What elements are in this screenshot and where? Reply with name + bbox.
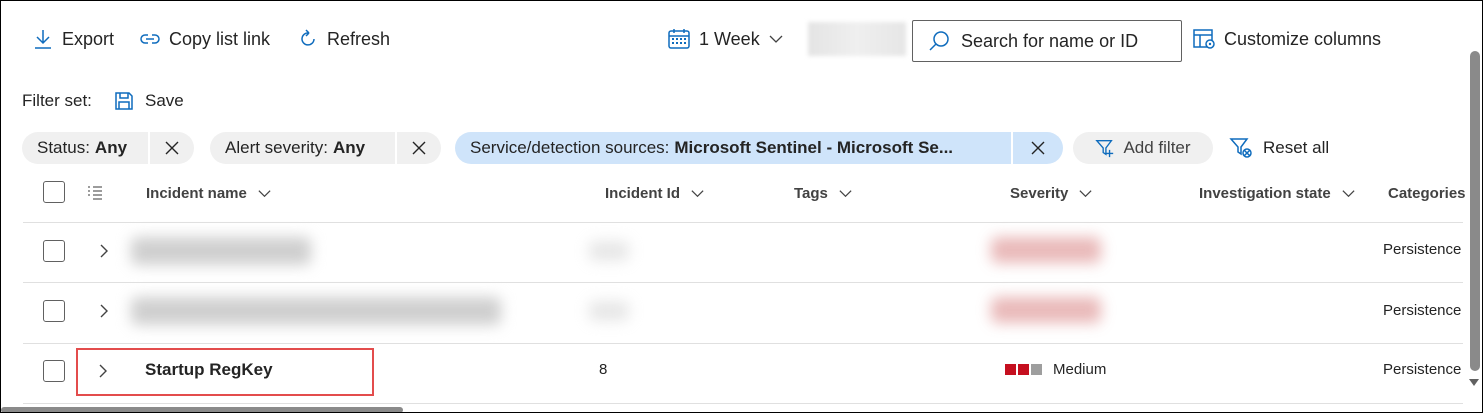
column-header-incident-name[interactable]: Incident name bbox=[146, 182, 272, 204]
customize-columns-label: Customize columns bbox=[1224, 28, 1382, 49]
search-box[interactable] bbox=[912, 20, 1182, 62]
select-all-checkbox[interactable] bbox=[43, 181, 65, 203]
column-header-categories[interactable]: Categories bbox=[1388, 182, 1466, 204]
chevron-right-icon bbox=[100, 244, 108, 258]
severity-bar bbox=[1018, 364, 1029, 375]
calendar-icon bbox=[668, 29, 690, 49]
search-icon bbox=[929, 31, 949, 51]
incident-id-cell: 8 bbox=[599, 361, 608, 378]
chevron-down-icon bbox=[839, 189, 852, 197]
row-expand-button[interactable] bbox=[98, 303, 108, 319]
redacted-incident-id bbox=[589, 241, 629, 261]
close-icon bbox=[412, 141, 426, 155]
download-icon bbox=[35, 30, 51, 49]
chevron-right-icon bbox=[100, 304, 108, 318]
close-icon bbox=[165, 141, 179, 155]
time-range-value: 1 Week bbox=[699, 28, 760, 49]
redacted-severity bbox=[991, 297, 1101, 323]
filter-key: Service/detection sources: bbox=[470, 138, 670, 157]
reset-all-button[interactable]: Reset all bbox=[1229, 134, 1329, 162]
redacted-severity bbox=[991, 237, 1101, 263]
redacted-block bbox=[808, 22, 906, 56]
scroll-down-arrow[interactable] bbox=[1469, 379, 1479, 386]
copy-list-link-button[interactable]: Copy list link bbox=[139, 25, 270, 53]
time-range-selector[interactable]: 1 Week bbox=[667, 25, 784, 53]
save-icon bbox=[115, 92, 133, 110]
column-header-label: Incident Id bbox=[605, 184, 680, 202]
chevron-down-icon bbox=[1079, 189, 1092, 197]
severity-bar bbox=[1031, 364, 1042, 375]
divider bbox=[23, 282, 1463, 283]
search-input[interactable] bbox=[961, 30, 1171, 52]
add-filter-button[interactable]: Add filter bbox=[1073, 132, 1213, 164]
filter-key: Alert severity: bbox=[225, 138, 328, 157]
chevron-down-icon bbox=[258, 189, 271, 197]
row-expand-button[interactable] bbox=[98, 243, 108, 259]
vertical-scrollbar[interactable] bbox=[1470, 51, 1480, 371]
category-cell: Persistence bbox=[1383, 302, 1462, 319]
column-header-label: Investigation state bbox=[1199, 184, 1331, 202]
incidents-queue: Export Copy list link Refresh 1 Week Cus… bbox=[0, 0, 1483, 413]
redacted-incident-name bbox=[131, 297, 501, 325]
row-checkbox[interactable] bbox=[43, 360, 65, 382]
redacted-incident-name bbox=[131, 237, 311, 265]
group-by-icon[interactable] bbox=[87, 184, 103, 200]
category-cell: Persistence bbox=[1383, 241, 1462, 258]
filter-pill-detection-sources[interactable]: Service/detection sources: Microsoft Sent… bbox=[455, 132, 1063, 164]
customize-columns-button[interactable]: Customize columns bbox=[1192, 25, 1381, 53]
column-header-tags[interactable]: Tags bbox=[794, 182, 853, 204]
divider bbox=[23, 403, 1463, 404]
save-filter-set-button[interactable]: Save bbox=[113, 88, 184, 114]
divider bbox=[23, 343, 1463, 344]
column-header-severity[interactable]: Severity bbox=[1010, 182, 1093, 204]
filter-value: Any bbox=[94, 138, 128, 157]
reset-all-label: Reset all bbox=[1263, 138, 1330, 157]
chevron-down-icon bbox=[1342, 189, 1355, 197]
save-label: Save bbox=[145, 91, 184, 110]
filter-set-label: Filter set: bbox=[22, 91, 92, 110]
refresh-icon bbox=[301, 29, 315, 46]
filter-value: Any bbox=[332, 138, 366, 157]
close-icon bbox=[1031, 141, 1045, 155]
export-button[interactable]: Export bbox=[32, 25, 114, 53]
link-icon bbox=[140, 34, 160, 44]
column-header-label: Incident name bbox=[146, 184, 247, 202]
filter-value: Microsoft Sentinel - Microsoft Se... bbox=[674, 138, 954, 157]
row-checkbox[interactable] bbox=[43, 300, 65, 322]
filter-key: Status: bbox=[37, 138, 90, 157]
add-filter-label: Add filter bbox=[1123, 138, 1191, 157]
remove-filter-button[interactable] bbox=[395, 132, 441, 164]
severity-indicator bbox=[1005, 364, 1044, 375]
refresh-label: Refresh bbox=[327, 28, 391, 49]
table-settings-icon bbox=[1193, 29, 1215, 49]
divider bbox=[23, 222, 1463, 223]
chevron-down-icon bbox=[691, 189, 704, 197]
chevron-down-icon bbox=[769, 35, 783, 43]
filter-pill-status[interactable]: Status: Any bbox=[22, 132, 194, 164]
category-cell: Persistence bbox=[1383, 361, 1462, 378]
severity-bar bbox=[1005, 364, 1016, 375]
filter-reset-icon bbox=[1229, 138, 1252, 158]
filter-pill-alert-severity[interactable]: Alert severity: Any bbox=[210, 132, 441, 164]
refresh-button[interactable]: Refresh bbox=[297, 25, 390, 53]
column-header-label: Severity bbox=[1010, 184, 1069, 202]
horizontal-scrollbar[interactable] bbox=[1, 407, 403, 412]
highlight-box bbox=[76, 348, 374, 396]
column-header-label: Tags bbox=[794, 184, 828, 202]
copy-list-link-label: Copy list link bbox=[169, 28, 271, 49]
filter-add-icon bbox=[1095, 140, 1114, 158]
remove-filter-button[interactable] bbox=[1011, 132, 1063, 164]
column-header-investigation-state[interactable]: Investigation state bbox=[1199, 182, 1356, 204]
severity-label: Medium bbox=[1053, 361, 1107, 378]
severity-cell: Medium bbox=[1005, 361, 1106, 378]
redacted-incident-id bbox=[589, 301, 629, 321]
row-checkbox[interactable] bbox=[43, 240, 65, 262]
remove-filter-button[interactable] bbox=[148, 132, 194, 164]
column-header-incident-id[interactable]: Incident Id bbox=[605, 182, 705, 204]
export-label: Export bbox=[62, 28, 115, 49]
column-header-label: Categories bbox=[1388, 184, 1466, 202]
